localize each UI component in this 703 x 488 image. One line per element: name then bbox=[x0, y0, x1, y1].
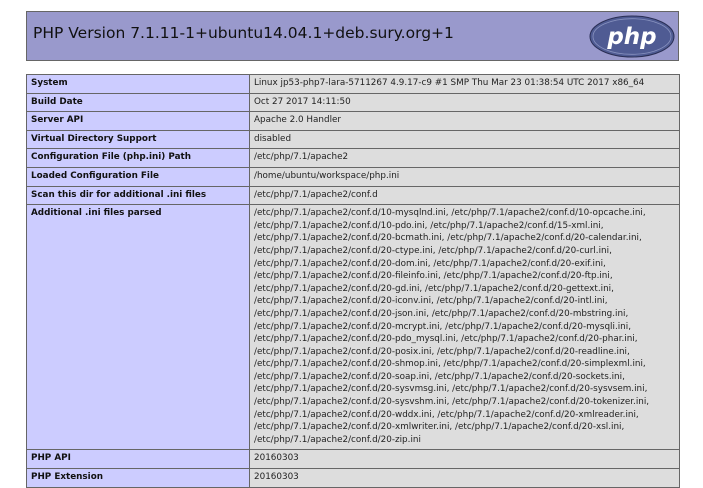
ini-file-line: /etc/php/7.1/apache2/conf.d/20-iconv.ini… bbox=[254, 296, 608, 307]
php-logo-text: php bbox=[606, 24, 656, 50]
setting-value: disabled bbox=[249, 129, 680, 150]
setting-label: Loaded Configuration File bbox=[26, 166, 250, 187]
setting-label: Additional .ini files parsed bbox=[26, 204, 250, 451]
ini-file-line: /etc/php/7.1/apache2/conf.d/20-shmop.ini… bbox=[254, 359, 646, 370]
setting-label: Scan this dir for additional .ini files bbox=[26, 185, 250, 206]
ini-file-line: /etc/php/7.1/apache2/conf.d/20-xmlwriter… bbox=[254, 422, 625, 433]
table-row: System Linux jp53-php7-lara-5711267 4.9.1… bbox=[26, 74, 680, 94]
page-title: PHP Version 7.1.11-1+ubuntu14.04.1+deb.s… bbox=[33, 24, 454, 42]
ini-file-line: /etc/php/7.1/apache2/conf.d/20-zip.ini bbox=[254, 434, 421, 445]
setting-label: Server API bbox=[26, 111, 250, 131]
ini-file-line: /etc/php/7.1/apache2/conf.d/20-pdo_mysql… bbox=[254, 334, 638, 345]
ini-file-line: /etc/php/7.1/apache2/conf.d/20-sysvshm.i… bbox=[254, 397, 650, 408]
php-info-table: System Linux jp53-php7-lara-5711267 4.9.1… bbox=[26, 74, 680, 488]
table-row: Scan this dir for additional .ini files /… bbox=[26, 185, 680, 206]
setting-value: /etc/php/7.1/apache2/conf.d/10-mysqlnd.i… bbox=[249, 204, 680, 451]
setting-label: Virtual Directory Support bbox=[26, 129, 250, 150]
setting-label: Configuration File (php.ini) Path bbox=[26, 148, 250, 168]
ini-file-line: /etc/php/7.1/apache2/conf.d/20-gd.ini, /… bbox=[254, 283, 614, 294]
setting-value: 20160303 bbox=[249, 449, 680, 470]
ini-file-line: /etc/php/7.1/apache2/conf.d/10-mysqlnd.i… bbox=[254, 208, 646, 219]
setting-value: /home/ubuntu/workspace/php.ini bbox=[249, 166, 680, 187]
table-row: Virtual Directory Support disabled bbox=[26, 129, 680, 150]
setting-label: System bbox=[26, 74, 250, 94]
table-row-additional-ini: Additional .ini files parsed/etc/php/7.1… bbox=[26, 204, 680, 451]
ini-file-line: /etc/php/7.1/apache2/conf.d/20-fileinfo.… bbox=[254, 271, 613, 282]
table-row: PHP Extension 20160303 bbox=[26, 468, 680, 488]
setting-value: /etc/php/7.1/apache2/conf.d bbox=[249, 185, 680, 206]
ini-file-line: /etc/php/7.1/apache2/conf.d/20-dom.ini, … bbox=[254, 258, 606, 269]
table-row: Build Date Oct 27 2017 14:11:50 bbox=[26, 92, 680, 113]
table-row: Configuration File (php.ini) Path/etc/ph… bbox=[26, 148, 680, 168]
ini-file-line: /etc/php/7.1/apache2/conf.d/20-mcrypt.in… bbox=[254, 321, 631, 332]
ini-file-line: /etc/php/7.1/apache2/conf.d/20-json.ini,… bbox=[254, 308, 629, 319]
ini-file-line: /etc/php/7.1/apache2/conf.d/20-ctype.ini… bbox=[254, 245, 612, 256]
table-row: PHP API 20160303 bbox=[26, 449, 680, 470]
php-logo-icon: php bbox=[589, 15, 675, 58]
ini-file-line: /etc/php/7.1/apache2/conf.d/20-wddx.ini,… bbox=[254, 409, 639, 420]
setting-label: Build Date bbox=[26, 92, 250, 113]
table-row: Server API Apache 2.0 Handler bbox=[26, 111, 680, 131]
php-version-header: PHP Version 7.1.11-1+ubuntu14.04.1+deb.s… bbox=[26, 11, 679, 61]
ini-file-line: /etc/php/7.1/apache2/conf.d/10-pdo.ini, … bbox=[254, 220, 604, 231]
php-info-table-body: System Linux jp53-php7-lara-5711267 4.9.1… bbox=[26, 74, 680, 488]
ini-file-line: /etc/php/7.1/apache2/conf.d/20-posix.ini… bbox=[254, 346, 630, 357]
setting-value: /etc/php/7.1/apache2 bbox=[249, 148, 680, 168]
setting-value: Oct 27 2017 14:11:50 bbox=[249, 92, 680, 113]
setting-value: Linux jp53-php7-lara-5711267 4.9.17-c9 #… bbox=[249, 74, 680, 94]
setting-value: Apache 2.0 Handler bbox=[249, 111, 680, 131]
ini-file-line: /etc/php/7.1/apache2/conf.d/20-bcmath.in… bbox=[254, 233, 642, 244]
setting-label: PHP API bbox=[26, 449, 250, 470]
setting-value: 20160303 bbox=[249, 468, 680, 488]
setting-label: PHP Extension bbox=[26, 468, 250, 488]
ini-file-line: /etc/php/7.1/apache2/conf.d/20-soap.ini,… bbox=[254, 371, 625, 382]
table-row: Loaded Configuration File/home/ubuntu/wo… bbox=[26, 166, 680, 187]
ini-file-line: /etc/php/7.1/apache2/conf.d/20-sysvmsg.i… bbox=[254, 384, 648, 395]
